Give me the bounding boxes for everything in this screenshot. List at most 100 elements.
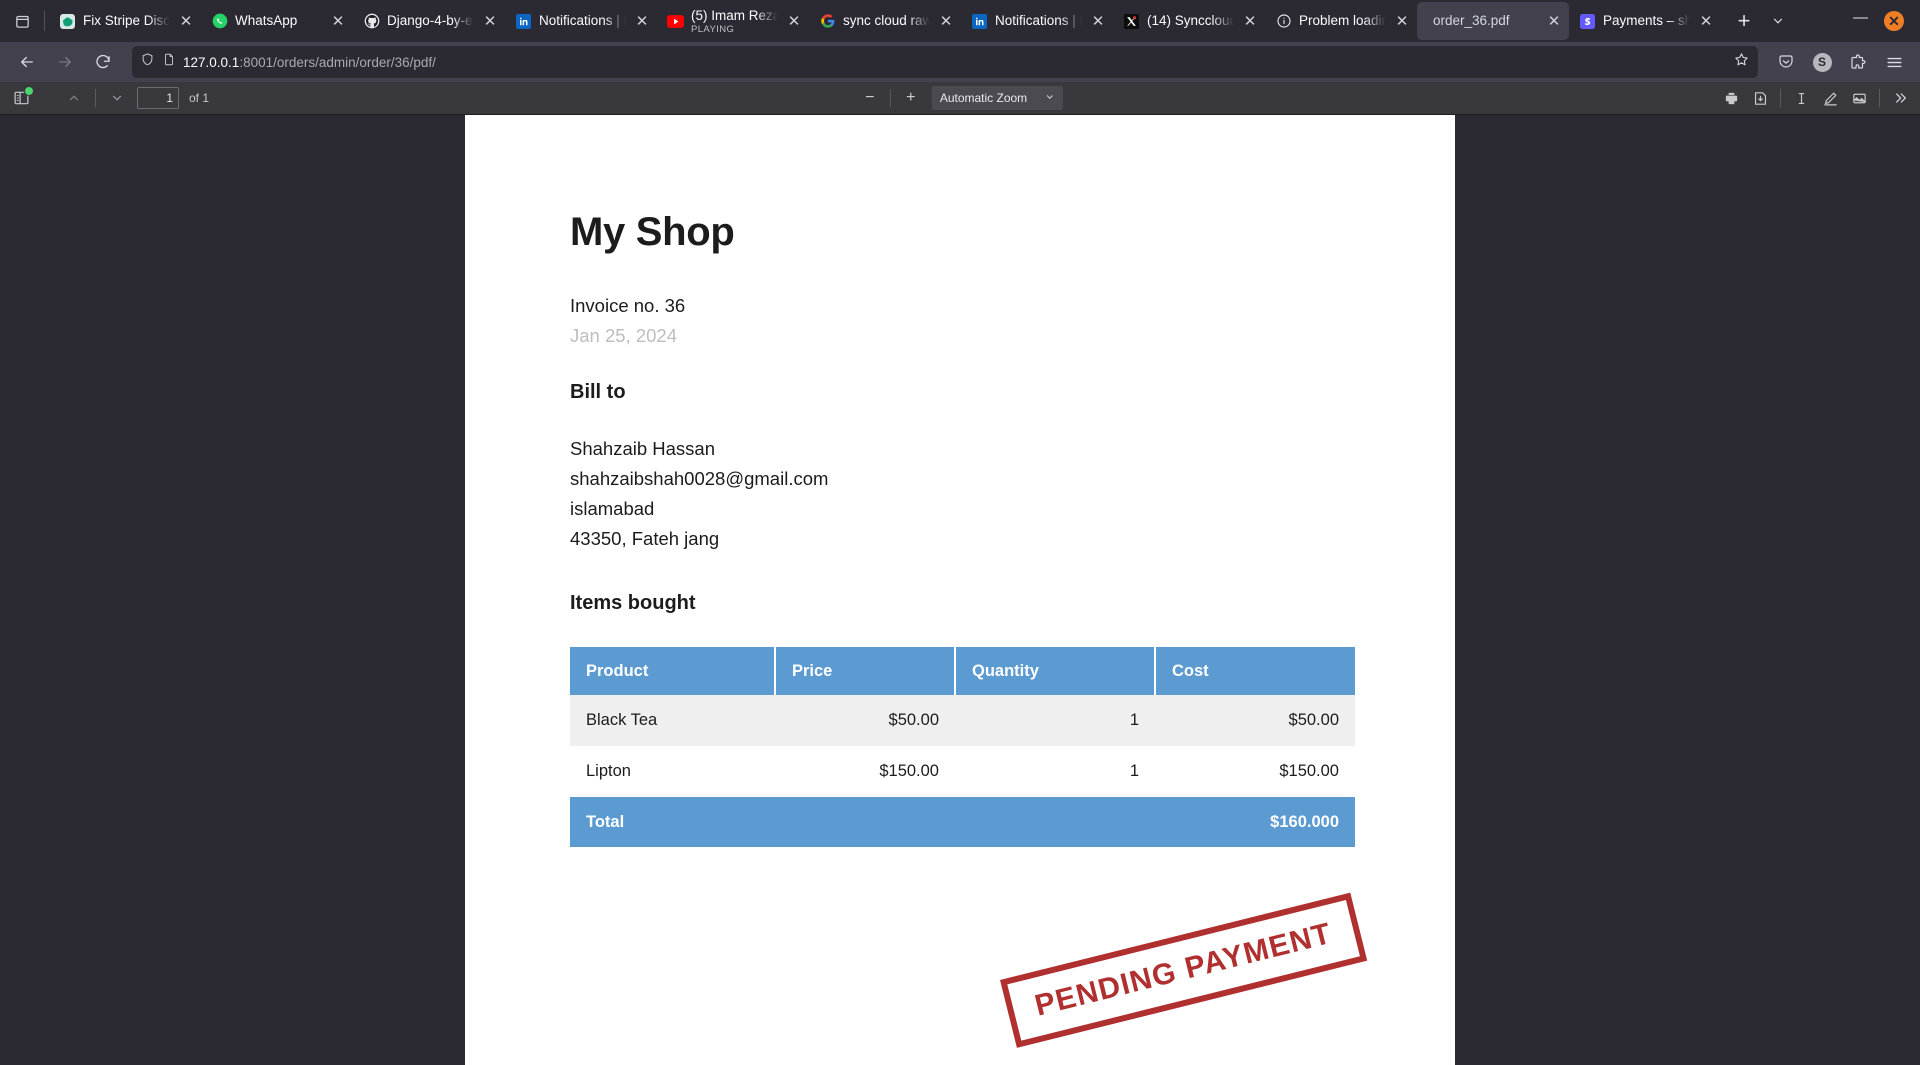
browser-tab[interactable]: Payments – sho ✕	[1569, 2, 1721, 40]
customer-street: 43350, Fateh jang	[570, 528, 720, 549]
browser-window: Fix Stripe Disco ✕ WhatsApp ✕ Django-4-b	[0, 0, 1920, 1065]
tab-title: Payments – sho	[1603, 13, 1690, 28]
customer-email: shahzaibshah0028@gmail.com	[570, 468, 829, 489]
column-header-cost: Cost	[1155, 647, 1355, 695]
tab-text-wrap: WhatsApp	[235, 13, 322, 29]
tab-text-wrap: (5) Imam Reza ʼ PLAYING	[691, 8, 778, 35]
tab-close-button[interactable]: ✕	[1241, 12, 1259, 30]
reload-icon[interactable]	[86, 47, 120, 77]
cell-quantity: 1	[955, 695, 1155, 746]
download-icon[interactable]	[1746, 85, 1774, 111]
forward-arrow-icon[interactable]	[48, 47, 82, 77]
sidebar-toggle-icon[interactable]	[6, 85, 36, 111]
document-icon	[162, 52, 176, 72]
tab-close-button[interactable]: ✕	[633, 12, 651, 30]
url-text: 127.0.0.1:8001/orders/admin/order/36/pdf…	[183, 55, 1726, 70]
tab-title: (5) Imam Reza ʼ	[691, 7, 778, 23]
tab-close-button[interactable]: ✕	[329, 12, 347, 30]
account-avatar[interactable]: S	[1806, 47, 1838, 77]
tab-title: Django-4-by-ex	[387, 13, 474, 28]
add-image-icon[interactable]	[1845, 85, 1873, 111]
chevron-down-icon[interactable]	[103, 85, 131, 111]
browser-tab[interactable]: (14) Syncclouds ✕	[1113, 2, 1265, 40]
browser-tab[interactable]: WhatsApp ✕	[201, 2, 353, 40]
cell-product: Black Tea	[570, 695, 775, 746]
tab-title: Fix Stripe Disco	[83, 13, 170, 28]
tab-close-button[interactable]: ✕	[1545, 12, 1563, 30]
minimize-button[interactable]: —	[1853, 10, 1868, 25]
chevron-up-icon[interactable]	[60, 85, 88, 111]
new-tab-button[interactable]: +	[1727, 4, 1761, 38]
column-header-product: Product	[570, 647, 776, 695]
info-icon	[1275, 13, 1292, 30]
pocket-icon[interactable]	[1770, 47, 1802, 77]
tab-title: Problem loading	[1299, 13, 1386, 28]
tab-text-wrap: (14) Syncclouds	[1147, 13, 1234, 29]
zoom-in-button[interactable]: +	[898, 86, 924, 110]
total-spacer-2	[955, 797, 1155, 847]
url-address-bar[interactable]: 127.0.0.1:8001/orders/admin/order/36/pdf…	[132, 46, 1758, 78]
browser-tab-active-pdf[interactable]: order_36.pdf ✕	[1417, 2, 1569, 40]
total-label: Total	[570, 797, 775, 847]
extensions-icon[interactable]	[1842, 47, 1874, 77]
total-value: $160.000	[1155, 797, 1355, 847]
shield-icon[interactable]	[140, 52, 155, 72]
cell-cost: $50.00	[1155, 695, 1355, 746]
zoom-out-button[interactable]: −	[857, 86, 883, 110]
double-chevron-right-icon[interactable]	[1886, 85, 1914, 111]
tab-text-wrap: Notifications | L	[995, 13, 1082, 29]
zoom-level-select[interactable]: Automatic Zoom	[931, 86, 1064, 110]
tab-list-icon[interactable]	[2, 0, 42, 42]
tab-close-button[interactable]: ✕	[1393, 12, 1411, 30]
avatar: S	[1812, 52, 1832, 72]
browser-tab[interactable]: Notifications | L ✕	[961, 2, 1113, 40]
chevron-down-icon[interactable]	[1761, 4, 1795, 38]
stripe-icon	[1579, 13, 1596, 30]
tab-close-button[interactable]: ✕	[481, 12, 499, 30]
url-host: 127.0.0.1	[183, 54, 240, 70]
pen-draw-icon[interactable]	[1816, 85, 1844, 111]
tab-title: order_36.pdf	[1433, 13, 1510, 28]
youtube-icon	[667, 13, 684, 30]
tab-container: Fix Stripe Disco ✕ WhatsApp ✕ Django-4-b	[49, 0, 1827, 42]
pdf-toolbar-right	[1717, 85, 1914, 111]
browser-tab[interactable]: sync cloud rawa ✕	[809, 2, 961, 40]
back-arrow-icon[interactable]	[10, 47, 44, 77]
invoice-date: Jan 25, 2024	[570, 325, 677, 346]
tab-close-button[interactable]: ✕	[1697, 12, 1715, 30]
hamburger-menu-icon[interactable]	[1878, 47, 1910, 77]
whatsapp-icon	[211, 13, 228, 30]
linkedin-icon	[971, 13, 988, 30]
tab-close-button[interactable]: ✕	[177, 12, 195, 30]
window-controls: — ✕	[1827, 0, 1920, 42]
print-icon[interactable]	[1717, 85, 1745, 111]
close-window-button[interactable]: ✕	[1884, 11, 1904, 31]
tab-close-button[interactable]: ✕	[1089, 12, 1107, 30]
tab-close-button[interactable]: ✕	[785, 12, 803, 30]
page-number-input[interactable]: 1	[137, 87, 179, 109]
text-cursor-icon[interactable]	[1787, 85, 1815, 111]
tab-text-wrap: sync cloud rawa	[843, 13, 930, 29]
table-header-row: Product Price Quantity Cost	[570, 647, 1355, 695]
star-icon[interactable]	[1733, 51, 1750, 73]
page-total-label: of 1	[189, 91, 210, 105]
cell-cost: $150.00	[1279, 762, 1339, 780]
items-table-body: Black Tea $50.00 1 $50.00 Lipton $150.00…	[570, 695, 1355, 847]
browser-tab[interactable]: (5) Imam Reza ʼ PLAYING ✕	[657, 2, 809, 40]
tab-text-wrap: Django-4-by-ex	[387, 13, 474, 29]
tab-title: WhatsApp	[235, 13, 298, 28]
tab-close-button[interactable]: ✕	[937, 12, 955, 30]
browser-tab[interactable]: Fix Stripe Disco ✕	[49, 2, 201, 40]
cell-price: $50.00	[775, 695, 955, 746]
pdf-viewer-canvas[interactable]: My Shop Invoice no. 36 Jan 25, 2024 Bill…	[0, 115, 1920, 1065]
browser-tab[interactable]: Django-4-by-ex ✕	[353, 2, 505, 40]
tab-title: Notifications | L	[995, 13, 1082, 28]
browser-tab[interactable]: Problem loading ✕	[1265, 2, 1417, 40]
tab-text-wrap: Payments – sho	[1603, 13, 1690, 29]
browser-tab[interactable]: Notifications | L ✕	[505, 2, 657, 40]
column-header-quantity: Quantity	[955, 647, 1156, 695]
sidebar-status-dot	[24, 86, 34, 96]
zoom-level-label: Automatic Zoom	[939, 91, 1028, 105]
cell-quantity: 1	[1129, 762, 1139, 780]
tab-playing-status: PLAYING	[691, 23, 735, 35]
